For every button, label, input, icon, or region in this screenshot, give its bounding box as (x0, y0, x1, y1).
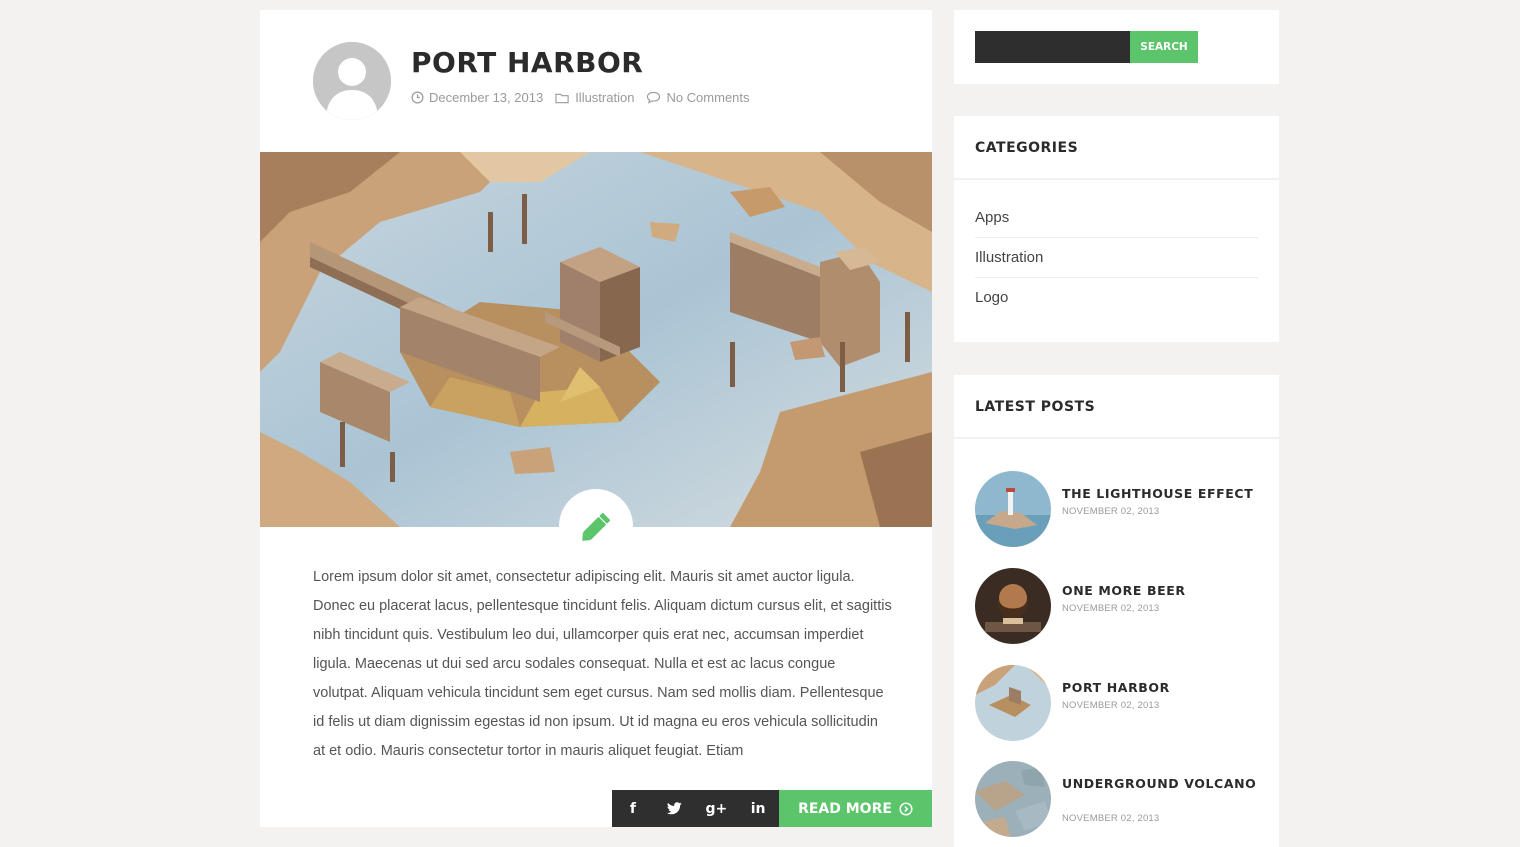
latest-post-title[interactable]: PORT HARBOR (1062, 678, 1262, 697)
category-item-illustration[interactable]: Illustration (975, 238, 1258, 278)
pencil-icon (582, 512, 611, 541)
latest-post-title[interactable]: THE LIGHTHOUSE EFFECT (1062, 484, 1262, 503)
lighthouse-thumbnail (975, 471, 1051, 547)
post-comments-text[interactable]: No Comments (666, 90, 749, 105)
facebook-icon: f (629, 800, 636, 817)
categories-title: CATEGORIES (954, 116, 1279, 180)
harbor-thumbnail (975, 665, 1051, 741)
author-avatar[interactable] (313, 42, 391, 120)
share-bar: f g+ in (612, 790, 779, 827)
twitter-icon (667, 802, 682, 815)
beer-thumbnail (975, 568, 1051, 644)
featured-image[interactable] (260, 152, 932, 527)
category-item-logo[interactable]: Logo (975, 278, 1258, 318)
latest-post-date: NOVEMBER 02, 2013 (1062, 603, 1160, 614)
latest-posts-widget: LATEST POSTS THE LIGHTHOUSE EFFECT NOVEM… (954, 375, 1279, 847)
latest-post-title[interactable]: UNDERGROUND VOLCANO (1062, 774, 1262, 793)
post-category-text[interactable]: Illustration (575, 90, 634, 105)
latest-post-item[interactable]: UNDERGROUND VOLCANO NOVEMBER 02, 2013 (975, 761, 1265, 837)
post-card: PORT HARBOR December 13, 2013 Illustrati… (260, 10, 932, 827)
latest-post-thumbnail[interactable] (975, 568, 1051, 644)
share-linkedin-button[interactable]: in (737, 790, 779, 827)
volcano-thumbnail (975, 761, 1051, 837)
arrow-circle-icon (899, 801, 913, 816)
categories-widget: CATEGORIES Apps Illustration Logo (954, 116, 1279, 342)
user-silhouette-icon (313, 42, 391, 120)
latest-post-item[interactable]: THE LIGHTHOUSE EFFECT NOVEMBER 02, 2013 (975, 471, 1265, 547)
latest-post-item[interactable]: ONE MORE BEER NOVEMBER 02, 2013 (975, 568, 1265, 644)
clock-icon (411, 91, 424, 104)
low-poly-harbor-illustration (260, 152, 932, 527)
comment-icon (647, 91, 661, 104)
share-google-plus-button[interactable]: g+ (696, 790, 738, 827)
post-comments[interactable]: No Comments (646, 90, 750, 105)
latest-posts-title: LATEST POSTS (954, 375, 1279, 439)
latest-post-item[interactable]: PORT HARBOR NOVEMBER 02, 2013 (975, 665, 1265, 741)
share-twitter-button[interactable] (654, 790, 696, 827)
folder-icon (555, 93, 569, 103)
linkedin-icon: in (750, 800, 766, 817)
post-excerpt: Lorem ipsum dolor sit amet, consectetur … (313, 569, 892, 759)
latest-post-thumbnail[interactable] (975, 471, 1051, 547)
google-plus-icon: g+ (705, 800, 728, 817)
post-date-text: December 13, 2013 (429, 90, 544, 105)
read-more-button[interactable]: READ MORE (779, 790, 932, 827)
latest-post-date: NOVEMBER 02, 2013 (1062, 506, 1160, 517)
share-facebook-button[interactable]: f (612, 790, 654, 827)
category-list: Apps Illustration Logo (975, 198, 1258, 318)
post-category[interactable]: Illustration (555, 90, 634, 105)
search-button[interactable]: SEARCH (1130, 31, 1198, 63)
latest-post-thumbnail[interactable] (975, 665, 1051, 741)
post-meta: December 13, 2013 Illustration No Commen… (411, 90, 762, 105)
latest-post-title[interactable]: ONE MORE BEER (1062, 581, 1262, 600)
post-date: December 13, 2013 (411, 90, 543, 105)
search-input[interactable] (975, 31, 1130, 63)
post-title[interactable]: PORT HARBOR (411, 46, 643, 79)
latest-post-thumbnail[interactable] (975, 761, 1051, 837)
category-item-apps[interactable]: Apps (975, 198, 1258, 238)
latest-post-date: NOVEMBER 02, 2013 (1062, 700, 1160, 711)
latest-post-date: NOVEMBER 02, 2013 (1062, 813, 1160, 824)
search-widget: SEARCH (954, 10, 1279, 84)
post-format-badge (559, 489, 633, 563)
read-more-label: READ MORE (798, 800, 892, 817)
